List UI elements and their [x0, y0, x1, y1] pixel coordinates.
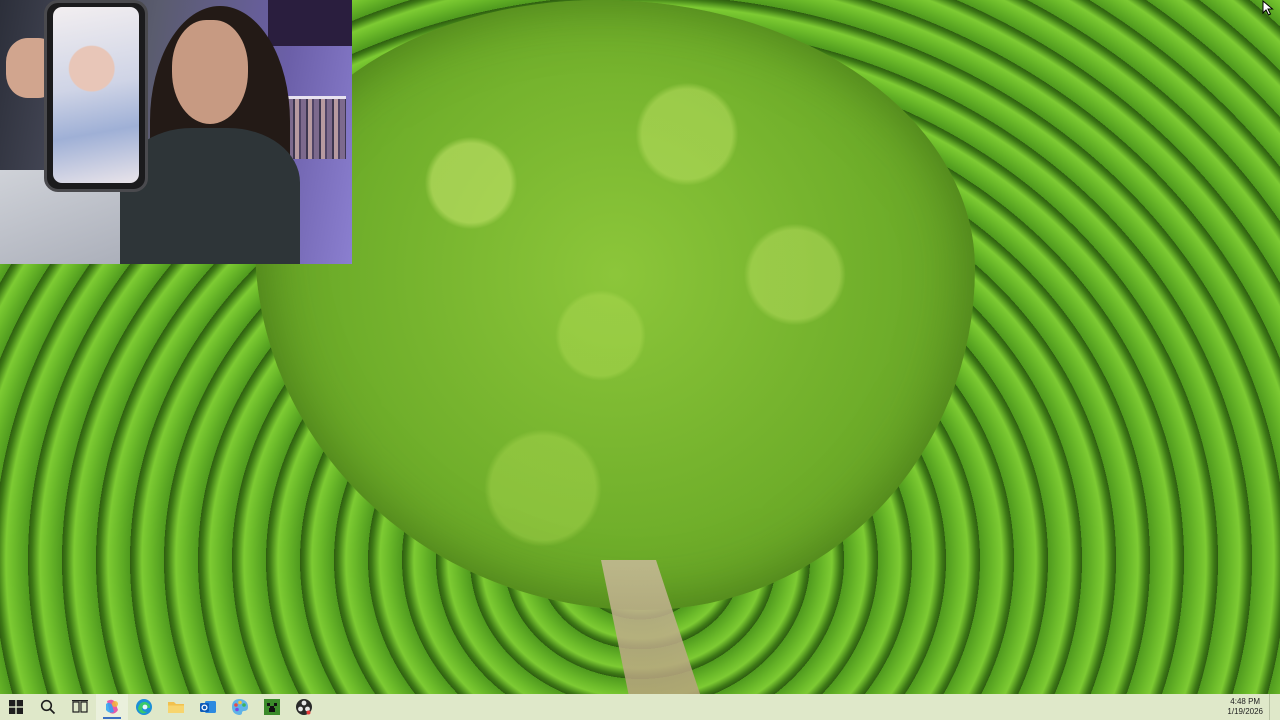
copilot-icon: [106, 699, 118, 714]
webcam-person-face: [172, 20, 248, 124]
system-tray: 4:48 PM 1/19/2026: [1221, 694, 1280, 720]
obs-app[interactable]: [288, 694, 320, 720]
windows-logo-icon: [9, 700, 23, 714]
webcam-poster: [268, 0, 352, 46]
wallpaper-tree: [255, 0, 975, 610]
paint-app[interactable]: [224, 694, 256, 720]
copilot-app[interactable]: [96, 694, 128, 720]
search-button[interactable]: [32, 694, 64, 720]
clock-time: 4:48 PM: [1230, 697, 1261, 706]
paint-icon: [232, 699, 248, 715]
search-icon: [40, 699, 56, 715]
minecraft-app[interactable]: [256, 694, 288, 720]
start-button[interactable]: [0, 694, 32, 720]
edge-app[interactable]: [128, 694, 160, 720]
show-desktop-button[interactable]: [1269, 694, 1274, 720]
mouse-cursor-icon: [1262, 0, 1274, 16]
desktop-wallpaper: [0, 0, 1280, 694]
minecraft-icon: [264, 699, 280, 715]
taskbar: 4:48 PM 1/19/2026: [0, 694, 1280, 720]
webcam-overlay: [0, 0, 352, 264]
webcam-phone: [44, 0, 148, 192]
file-explorer-app[interactable]: [160, 694, 192, 720]
outlook-icon: [200, 701, 216, 713]
task-view-button[interactable]: [64, 694, 96, 720]
obs-icon: [296, 699, 312, 715]
clock[interactable]: 4:48 PM 1/19/2026: [1221, 697, 1269, 717]
outlook-app[interactable]: [192, 694, 224, 720]
clock-date: 1/19/2026: [1227, 707, 1263, 716]
task-view-icon: [72, 700, 88, 713]
folder-icon: [168, 702, 184, 713]
phone-screen: [53, 7, 139, 183]
edge-browser-icon: [136, 699, 152, 715]
